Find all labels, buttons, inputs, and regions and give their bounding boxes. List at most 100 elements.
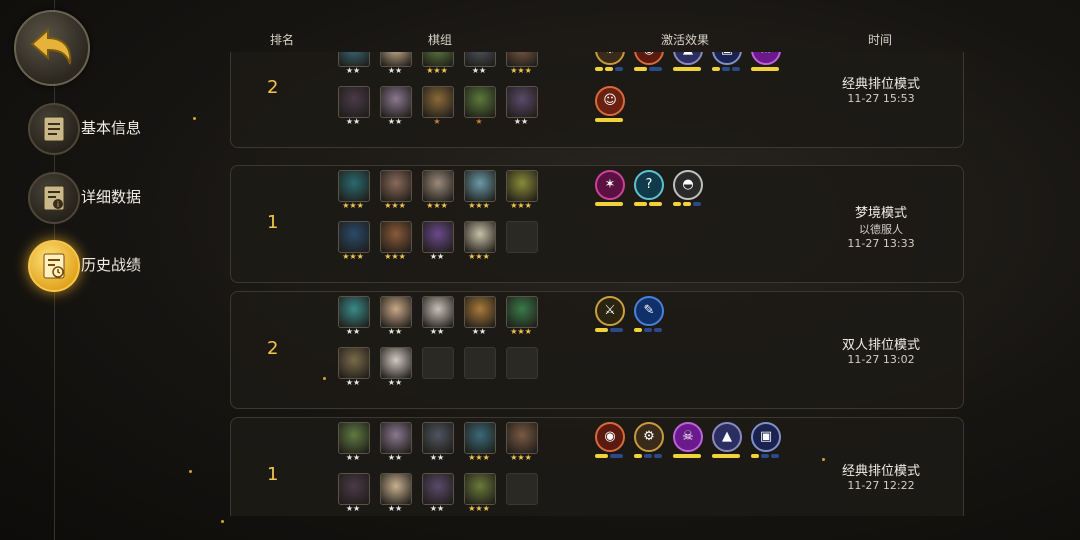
- star-rating: ★★: [387, 327, 403, 336]
- trait-glyph: ☠: [682, 429, 694, 444]
- star-rating: ★★: [429, 327, 445, 336]
- hero-portrait[interactable]: [338, 170, 370, 202]
- skull-icon[interactable]: ☠: [673, 422, 703, 452]
- star-rating: ★★: [471, 66, 487, 75]
- helmet-icon[interactable]: ◓: [673, 170, 703, 200]
- hero-portrait[interactable]: [464, 473, 496, 505]
- wizard-hat-icon[interactable]: ▲: [712, 422, 742, 452]
- trait-glyph: ⚔: [604, 303, 616, 318]
- skull-icon[interactable]: ☠: [751, 52, 781, 65]
- hero-portrait[interactable]: [380, 52, 412, 67]
- demon-icon[interactable]: ◉: [595, 422, 625, 452]
- star-rating: ★★★: [342, 252, 364, 261]
- match-record-row[interactable]: 2★★★★★★★★★★★★★★★★★★★★⚙◉▲▣☠☺经典排位模式11-27 1…: [230, 52, 964, 148]
- hero-portrait[interactable]: [464, 296, 496, 328]
- daggers-icon[interactable]: ⚔: [595, 296, 625, 326]
- hero-portrait[interactable]: [506, 422, 538, 454]
- hero-portrait[interactable]: [422, 170, 454, 202]
- star-rating: ★★★: [510, 201, 532, 210]
- star-rating: ★★: [429, 252, 445, 261]
- trait-glyph: ▣: [759, 429, 773, 444]
- spark: [323, 377, 326, 380]
- hero-portrait[interactable]: [464, 422, 496, 454]
- hero-portrait[interactable]: [506, 52, 538, 67]
- hero-portrait[interactable]: [380, 221, 412, 253]
- spark: [189, 470, 192, 473]
- document-icon: [28, 103, 80, 155]
- match-record-row[interactable]: 1 ★★ ★★ ★★ ★★★ ★★★ ★★ ★★ ★★ ★★★ ◉ ⚙ ☠ ▲ ▣ 经典排位模式 11-27 1…: [230, 417, 964, 516]
- hero-portrait[interactable]: [338, 422, 370, 454]
- demon-icon[interactable]: ◉: [634, 52, 664, 65]
- claw-icon[interactable]: ✶: [595, 170, 625, 200]
- trait-level-pip: [771, 454, 779, 458]
- ogre-face-icon[interactable]: ☺: [595, 86, 625, 116]
- hero-portrait[interactable]: [380, 296, 412, 328]
- hero-portrait[interactable]: [422, 52, 454, 67]
- back-button[interactable]: [14, 10, 90, 86]
- hero-portrait[interactable]: [380, 422, 412, 454]
- nav-detailed-data[interactable]: i 详细数据: [28, 172, 228, 224]
- star-rating: ★★★: [468, 504, 490, 513]
- star-rating: ★★: [513, 117, 529, 126]
- star-rating: ★★: [471, 327, 487, 336]
- trait-level-pip: [610, 454, 623, 458]
- nav-label: 详细数据: [81, 188, 142, 206]
- game-mode: 双人排位模式: [841, 338, 920, 353]
- feather-icon[interactable]: ✎: [634, 296, 664, 326]
- hero-portrait[interactable]: [422, 296, 454, 328]
- trait-level-pip: [712, 454, 740, 458]
- trait-level-pip: [634, 328, 642, 332]
- star-rating: ★★★: [510, 66, 532, 75]
- nav-basic-info[interactable]: 基本信息: [28, 103, 228, 155]
- match-record-row[interactable]: 2 ★★ ★★ ★★ ★★ ★★★ ★★ ★★ ⚔ ✎ 双人排位模式 11-27 13:02: [230, 291, 964, 409]
- hero-portrait[interactable]: [422, 473, 454, 505]
- match-history-list[interactable]: 2★★★★★★★★★★★★★★★★★★★★⚙◉▲▣☠☺经典排位模式11-27 1…: [230, 52, 964, 516]
- hero-portrait[interactable]: [338, 473, 370, 505]
- gear-icon[interactable]: ⚙: [595, 52, 625, 65]
- trait-level-pip: [644, 328, 652, 332]
- trait-level-pip: [751, 67, 779, 71]
- empty-unit-slot: [422, 347, 454, 379]
- match-info: 经典排位模式 11-27 15:53: [791, 73, 964, 105]
- hero-portrait[interactable]: [506, 86, 538, 118]
- hero-portrait[interactable]: [506, 170, 538, 202]
- hero-portrait[interactable]: [338, 347, 370, 379]
- gear-icon[interactable]: ⚙: [634, 422, 664, 452]
- star-rating: ★★★: [468, 453, 490, 462]
- match-record-row[interactable]: 1 ★★★ ★★★ ★★★ ★★★ ★★★ ★★★ ★★★ ★★ ★★★ ✶? ◓ 梦境模式 以德服人 11…: [230, 165, 964, 283]
- trait-glyph: ✶: [604, 177, 616, 192]
- trait-level-pip: [610, 328, 623, 332]
- hero-portrait[interactable]: [464, 170, 496, 202]
- hero-portrait[interactable]: [380, 473, 412, 505]
- hero-portrait[interactable]: [422, 422, 454, 454]
- trait-level-pip: [595, 454, 608, 458]
- hero-portrait[interactable]: [380, 86, 412, 118]
- spellbook-icon[interactable]: ▣: [751, 422, 781, 452]
- hero-portrait[interactable]: [338, 221, 370, 253]
- hero-portrait[interactable]: [338, 52, 370, 67]
- star-rating: ★★: [387, 453, 403, 462]
- rank-value: 2: [267, 338, 279, 359]
- trait-glyph: ▲: [675, 52, 701, 63]
- hero-portrait[interactable]: [464, 86, 496, 118]
- spark: [822, 458, 825, 461]
- star-rating: ★★: [345, 378, 361, 387]
- empty-unit-slot: [506, 221, 538, 253]
- hero-portrait[interactable]: [506, 296, 538, 328]
- hero-portrait[interactable]: [338, 86, 370, 118]
- nav-history[interactable]: 历史战绩: [28, 240, 228, 292]
- hero-portrait[interactable]: [380, 170, 412, 202]
- spellbook-icon[interactable]: ▣: [712, 52, 742, 65]
- match-info: 梦境模式 以德服人 11-27 13:33: [791, 202, 964, 250]
- match-time: 11-27 13:33: [847, 237, 915, 250]
- trait-level-pip: [605, 67, 613, 71]
- hero-portrait[interactable]: [422, 86, 454, 118]
- hero-portrait[interactable]: [422, 221, 454, 253]
- hero-portrait[interactable]: [464, 52, 496, 67]
- wizard-hat-icon[interactable]: ▲: [673, 52, 703, 65]
- hero-portrait[interactable]: [338, 296, 370, 328]
- hero-portrait[interactable]: [380, 347, 412, 379]
- question-icon[interactable]: ?: [634, 170, 664, 200]
- trait-glyph: ☺: [603, 93, 617, 108]
- hero-portrait[interactable]: [464, 221, 496, 253]
